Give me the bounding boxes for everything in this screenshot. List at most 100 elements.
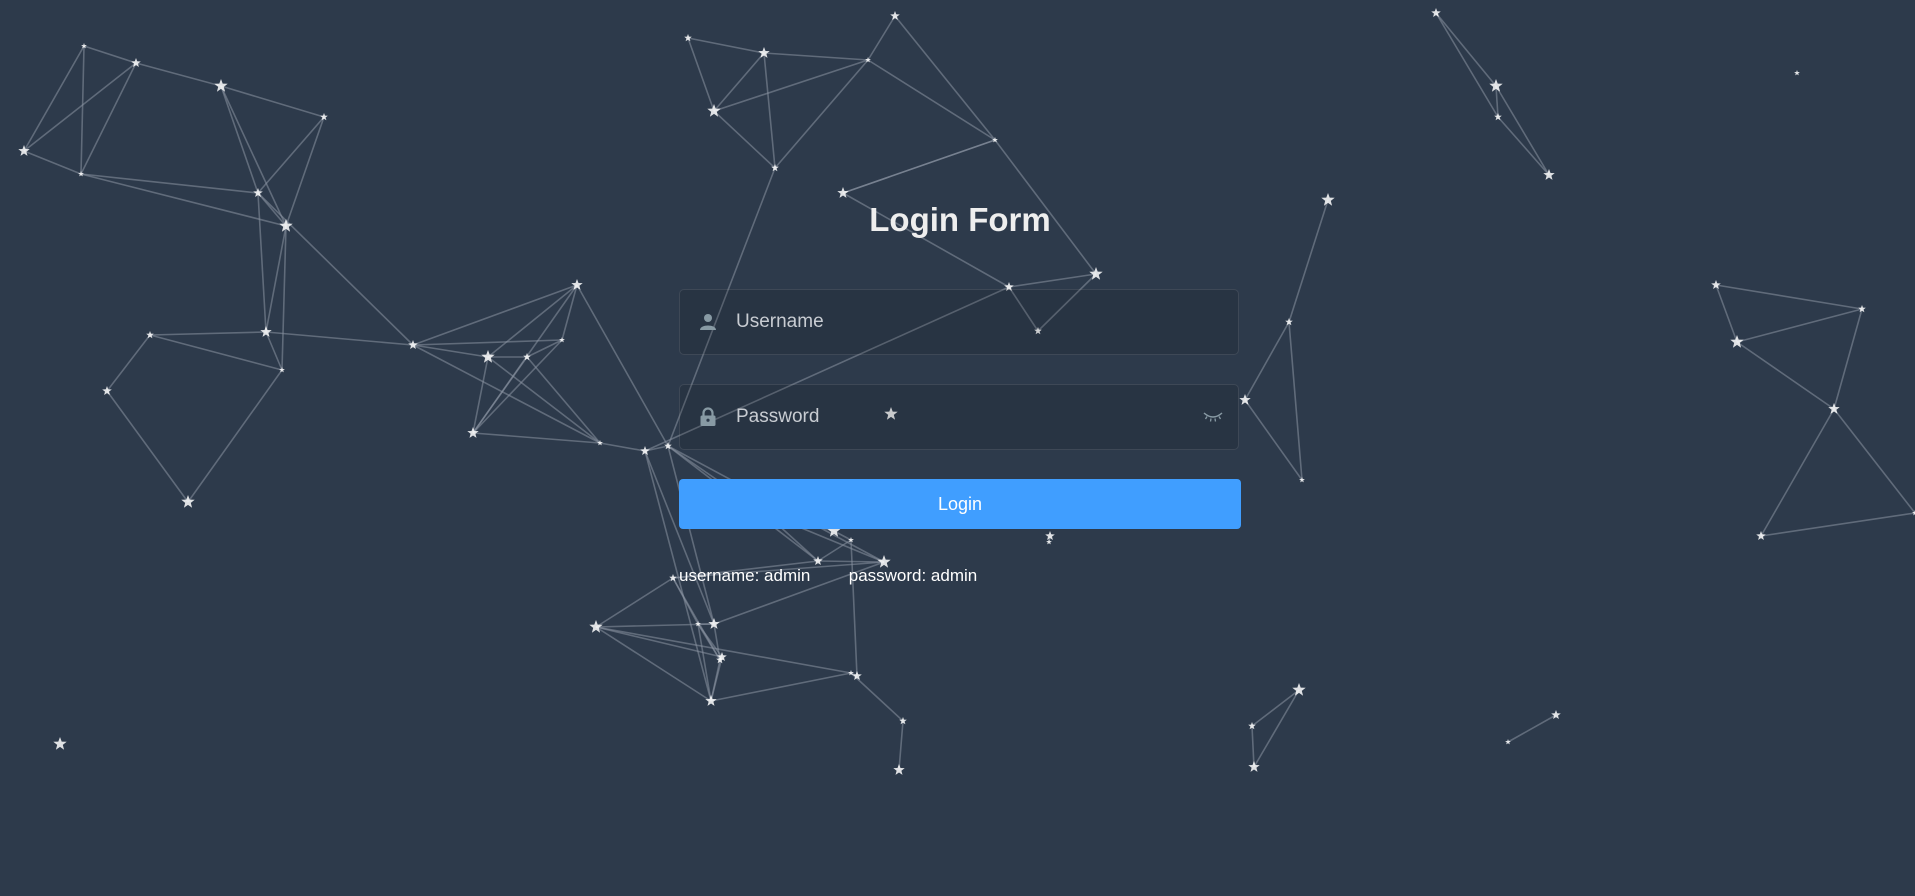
constellation-line <box>817 560 885 563</box>
password-input[interactable] <box>736 385 1188 449</box>
star-icon <box>1828 403 1840 414</box>
star-icon <box>214 79 228 92</box>
constellation-line <box>1736 341 1835 410</box>
star-icon <box>260 326 272 337</box>
user-icon <box>680 313 736 331</box>
star-icon <box>1431 8 1441 17</box>
constellation-line <box>867 15 896 61</box>
constellation-line <box>1495 85 1499 118</box>
constellation-line <box>285 116 325 227</box>
constellation-line <box>220 85 325 118</box>
constellation-line <box>187 369 283 503</box>
constellation-line <box>687 37 765 54</box>
constellation-line <box>1253 689 1300 768</box>
constellation-line <box>1251 689 1300 727</box>
page-title: Login Form <box>869 201 1051 238</box>
lock-icon <box>680 407 736 427</box>
constellation-line <box>106 390 189 503</box>
constellation-line <box>135 62 222 87</box>
constellation-line <box>1736 308 1863 343</box>
constellation-line <box>23 45 85 152</box>
constellation-line <box>149 334 283 371</box>
constellation-line <box>763 52 776 169</box>
constellation-line <box>850 672 904 722</box>
star-icon <box>1756 531 1766 540</box>
constellation-line <box>472 432 601 444</box>
constellation-line <box>1507 714 1557 743</box>
constellation-line <box>80 173 287 227</box>
constellation-line <box>894 15 996 141</box>
constellation-line <box>1244 321 1290 401</box>
constellation-line <box>265 331 414 346</box>
star-icon <box>146 331 154 339</box>
constellation-line <box>1495 85 1550 176</box>
constellation-line <box>1497 116 1550 176</box>
constellation-line <box>710 672 852 702</box>
constellation-line <box>220 85 287 227</box>
constellation-line <box>1833 308 1863 410</box>
constellation-line <box>1288 199 1329 323</box>
constellation-line <box>595 577 674 628</box>
star-icon <box>1046 539 1052 545</box>
constellation-line <box>149 331 267 336</box>
eye-closed-icon[interactable] <box>1188 410 1238 424</box>
constellation-line <box>106 334 151 392</box>
constellation-line <box>80 45 85 175</box>
constellation-line <box>1288 321 1303 481</box>
constellation-line <box>710 659 721 702</box>
constellation-line <box>817 539 852 562</box>
star-icon <box>705 695 717 706</box>
star-icon <box>1321 193 1335 206</box>
constellation-line <box>850 539 858 677</box>
constellation-line <box>898 720 904 771</box>
constellation-line <box>265 331 283 371</box>
constellation-line <box>867 59 996 141</box>
password-tip: password: admin <box>848 566 978 585</box>
star-icon <box>1505 739 1511 745</box>
constellation-line <box>472 339 563 434</box>
star-icon <box>1248 761 1260 772</box>
star-icon <box>18 145 30 156</box>
login-button[interactable]: Login <box>679 479 1241 529</box>
constellation-line <box>412 284 578 346</box>
constellation-line <box>23 62 137 152</box>
constellation-line <box>561 284 578 341</box>
constellation-line <box>1833 408 1915 514</box>
constellation-line <box>1760 408 1835 537</box>
constellation-line <box>599 442 646 452</box>
constellation-line <box>842 139 996 194</box>
constellation-line <box>1008 273 1097 288</box>
constellation-line <box>257 192 414 346</box>
constellation-line <box>83 45 137 64</box>
constellation-line <box>220 85 259 194</box>
username-input[interactable] <box>736 290 1238 354</box>
constellation-line <box>1715 284 1738 343</box>
credential-tips: username: admin password: admin <box>679 566 977 586</box>
login-form: Login Form Username Login username: admi… <box>679 190 1241 585</box>
star-icon <box>890 11 900 20</box>
constellation-line <box>80 62 137 175</box>
constellation-line <box>1435 12 1497 87</box>
constellation-line <box>23 150 82 175</box>
constellation-line <box>526 356 601 444</box>
constellation-line <box>576 284 669 447</box>
constellation-line <box>1715 284 1863 310</box>
star-icon <box>53 737 67 750</box>
constellation-line <box>257 116 325 194</box>
username-field-container <box>679 289 1239 355</box>
constellation-line <box>412 344 601 444</box>
password-field-container <box>679 384 1239 450</box>
constellation-line <box>80 173 259 194</box>
constellation-line <box>1251 725 1255 768</box>
constellation-line <box>713 59 869 112</box>
star-icon <box>1794 70 1800 76</box>
star-icon <box>1239 394 1251 405</box>
constellation-line <box>412 339 563 346</box>
username-tip: username: admin <box>679 566 811 585</box>
star-icon <box>78 171 84 177</box>
constellation-line <box>713 110 776 169</box>
constellation-line <box>257 192 267 333</box>
constellation-line <box>763 52 869 61</box>
constellation-line <box>644 450 715 625</box>
constellation-line <box>595 626 852 674</box>
